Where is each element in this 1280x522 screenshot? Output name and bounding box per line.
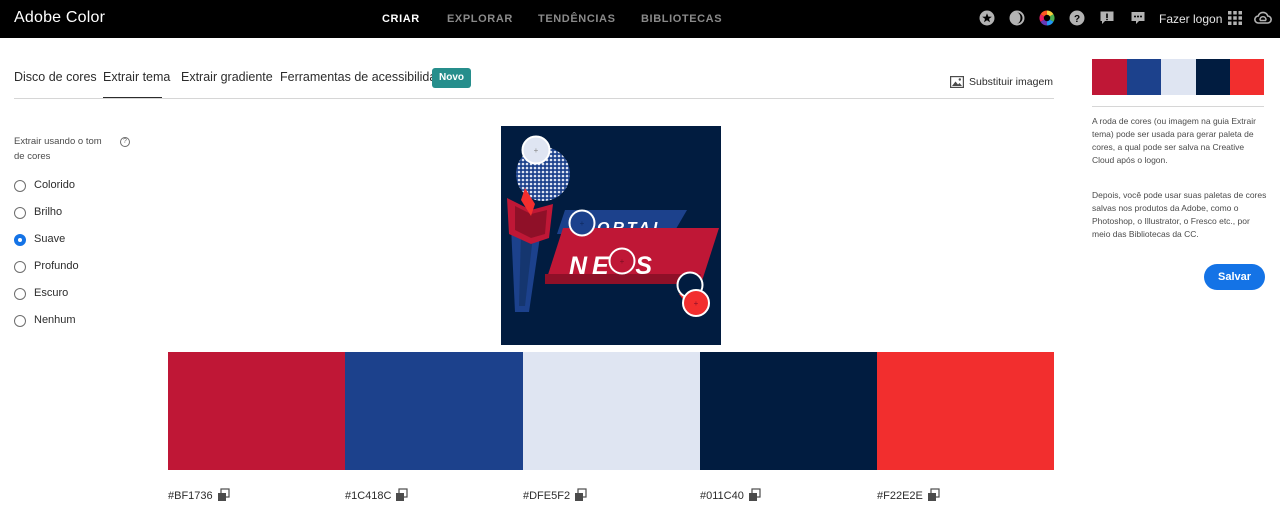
hex-value-3[interactable]: #DFE5F2 [523,490,570,502]
nav-explorar[interactable]: EXPLORAR [447,13,513,25]
mood-label: Extrair usando o tom de cores [14,136,102,162]
nav-bibliotecas[interactable]: BIBLIOTECAS [641,13,722,25]
copy-icon[interactable] [217,488,231,502]
mood-option-label: Nenhum [34,314,76,326]
feedback-icon[interactable] [1099,10,1115,26]
copy-icon[interactable] [927,488,941,502]
nav-criar[interactable]: CRIAR [382,13,420,25]
copy-icon[interactable] [574,488,588,502]
hex-value-4[interactable]: #011C40 [700,490,744,502]
tab-disco-de-cores[interactable]: Disco de cores [14,70,97,84]
hex-value-1[interactable]: #BF1736 [168,490,213,502]
palette-swatch-5[interactable] [877,352,1054,470]
tab-extrair-tema[interactable]: Extrair tema [103,70,170,84]
tab-ferramentas-acessibilidade[interactable]: Ferramentas de acessibilidade [280,70,450,84]
palette-swatch-4[interactable] [700,352,878,470]
tab-extrair-gradiente[interactable]: Extrair gradiente [181,70,273,84]
nav-tendencias[interactable]: TENDÊNCIAS [538,13,616,25]
image-icon [950,76,964,88]
mini-swatch-3 [1161,59,1196,95]
copy-icon[interactable] [748,488,762,502]
mood-option-label: Brilho [34,206,63,218]
mood-option-label: Colorido [34,179,75,191]
replace-image-label: Substituir imagem [969,76,1054,88]
portal-news-logo: ORTAL NEVS + + + + [501,126,721,345]
info-text-2: Depois, você pode usar suas paletas de c… [1092,190,1267,239]
top-bar: Adobe Color CRIAR EXPLORAR TENDÊNCIAS BI… [0,0,1280,38]
mini-swatch-4 [1196,59,1230,95]
radio-button[interactable] [14,180,26,192]
login-link[interactable]: Fazer logon [1159,12,1222,26]
mini-swatch-1 [1092,59,1127,95]
palette-swatch-1[interactable] [168,352,346,470]
svg-text:+: + [580,219,585,228]
mood-option-label: Suave [34,233,66,245]
save-button[interactable]: Salvar [1204,264,1265,290]
color-wheel-icon[interactable] [1039,10,1055,26]
copy-icon[interactable] [395,488,409,502]
svg-text:?: ? [1074,14,1080,25]
help-icon[interactable]: ? [1069,10,1085,26]
svg-text:+: + [694,299,699,308]
moon-icon[interactable] [1009,10,1025,26]
apps-grid-icon[interactable] [1227,10,1243,26]
svg-text:+: + [620,257,625,266]
mini-swatch-2 [1127,59,1161,95]
mini-swatch-5 [1230,59,1264,95]
mood-option-label: Profundo [34,260,79,272]
tabs-divider [14,98,1054,99]
new-badge: Novo [432,68,471,88]
info-icon[interactable]: ? [120,137,130,147]
radio-button-selected[interactable] [14,234,26,246]
radio-button[interactable] [14,261,26,273]
main-nav: CRIAR EXPLORAR TENDÊNCIAS BIBLIOTECAS [0,13,1280,27]
radio-button[interactable] [14,288,26,300]
radio-button[interactable] [14,315,26,327]
star-icon[interactable] [979,10,995,26]
hex-value-5[interactable]: #F22E2E [877,490,923,502]
palette-swatch-3[interactable] [523,352,701,470]
sidebar-divider [1092,106,1264,107]
radio-button[interactable] [14,207,26,219]
palette-swatch-2[interactable] [345,352,523,470]
info-text-1: A roda de cores (ou imagem na guia Extra… [1092,116,1256,165]
creative-cloud-icon[interactable] [1254,10,1272,26]
source-image: ORTAL NEVS + + + + [501,126,721,345]
hex-value-2[interactable]: #1C418C [345,490,391,502]
mood-option-label: Escuro [34,287,69,299]
svg-text:+: + [534,146,539,155]
chat-icon[interactable] [1130,10,1146,26]
